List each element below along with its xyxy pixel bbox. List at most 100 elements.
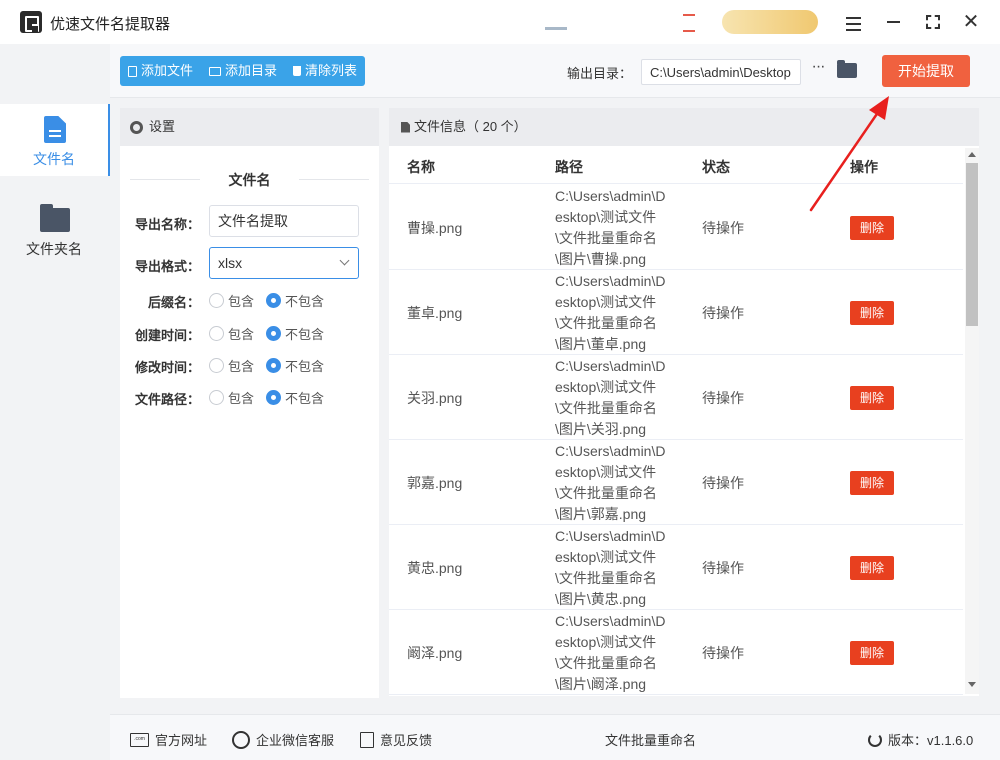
delete-button[interactable]: 删除 — [850, 301, 894, 325]
version-info[interactable]: 版本：v1.1.6.0 — [868, 730, 973, 749]
file-name: 郭嘉.png — [407, 475, 463, 491]
table-row[interactable]: 郭嘉.png C:\Users\admin\Desktop\测试文件\文件批量重… — [389, 440, 963, 525]
file-list-panel: 文件信息（ 20 个） 名称 路径 状态 操作 曹操.png C:\Users\… — [389, 108, 979, 696]
web-icon: .com — [130, 732, 149, 747]
nav-item-filename[interactable]: 文件名 — [0, 104, 110, 176]
file-path: C:\Users\admin\Desktop\测试文件\文件批量重命名\图片\关… — [555, 358, 666, 437]
maximize-icon[interactable] — [921, 10, 945, 34]
column-header-status: 状态 — [702, 159, 730, 175]
add-directory-label: 添加目录 — [225, 63, 278, 78]
bottom-bar: .com 官方网址 企业微信客服 意见反馈 文件批量重命名 版本：v1.1.6.… — [110, 714, 1000, 760]
file-name: 阚泽.png — [407, 645, 463, 661]
nav-item-foldername[interactable]: 文件夹名 — [0, 194, 110, 266]
create-time-exclude-radio[interactable] — [266, 325, 282, 341]
trash-icon — [293, 66, 302, 76]
wechat-service-link[interactable]: 企业微信客服 — [232, 730, 334, 749]
refresh-icon — [868, 732, 882, 747]
feedback-link[interactable]: 意见反馈 — [360, 730, 432, 749]
file-status: 待操作 — [702, 475, 744, 491]
file-path-exclude-radio[interactable] — [266, 389, 282, 405]
suffix-radio-group: 包含 不包含 — [209, 291, 336, 309]
start-extract-button[interactable]: 开始提取 — [882, 55, 970, 87]
file-status: 待操作 — [702, 390, 744, 406]
clear-list-label: 清除列表 — [305, 63, 358, 78]
close-icon[interactable]: ✕ — [959, 10, 983, 34]
suffix-label: 后缀名： — [148, 295, 201, 310]
file-icon — [44, 116, 66, 143]
modify-time-include-radio[interactable] — [209, 357, 224, 373]
website-link[interactable]: .com 官方网址 — [130, 730, 207, 749]
file-path: C:\Users\admin\Desktop\测试文件\文件批量重命名\图片\黄… — [555, 528, 666, 607]
gear-icon — [130, 120, 143, 134]
radio-label: 不包含 — [285, 390, 325, 406]
file-table-body: 曹操.png C:\Users\admin\Desktop\测试文件\文件批量重… — [389, 185, 963, 696]
table-row[interactable]: 曹操.png C:\Users\admin\Desktop\测试文件\文件批量重… — [389, 185, 963, 270]
table-row[interactable]: 黄忠.png C:\Users\admin\Desktop\测试文件\文件批量重… — [389, 525, 963, 610]
file-name: 关羽.png — [407, 390, 463, 406]
app-title: 优速文件名提取器 — [50, 16, 171, 33]
file-list-header: 文件信息（ 20 个） — [389, 108, 979, 146]
notice-icon[interactable] — [683, 14, 695, 32]
file-status: 待操作 — [702, 305, 744, 321]
vip-badge[interactable] — [722, 10, 818, 34]
export-name-input[interactable] — [209, 205, 359, 237]
website-label: 官方网址 — [155, 733, 208, 748]
delete-button[interactable]: 删除 — [850, 386, 894, 410]
file-path: C:\Users\admin\Desktop\测试文件\文件批量重命名\图片\董… — [555, 273, 666, 352]
modify-time-label: 修改时间： — [135, 360, 201, 375]
radio-label: 不包含 — [285, 293, 325, 309]
column-header-name: 名称 — [407, 159, 435, 175]
suffix-exclude-radio[interactable] — [266, 292, 282, 308]
file-path: C:\Users\admin\Desktop\测试文件\文件批量重命名\图片\阚… — [555, 613, 666, 692]
column-header-path: 路径 — [555, 159, 583, 175]
scrollbar-thumb[interactable] — [966, 163, 978, 326]
radio-label: 包含 — [228, 390, 255, 406]
table-row[interactable]: 阚泽.png C:\Users\admin\Desktop\测试文件\文件批量重… — [389, 610, 963, 695]
feedback-label: 意见反馈 — [380, 733, 433, 748]
export-format-select[interactable]: xlsx — [209, 247, 359, 279]
wechat-label: 企业微信客服 — [256, 733, 335, 748]
table-row[interactable]: 关羽.png C:\Users\admin\Desktop\测试文件\文件批量重… — [389, 355, 963, 440]
open-folder-icon[interactable] — [837, 60, 857, 78]
radio-label: 包含 — [228, 326, 255, 342]
toolbar: 添加文件 添加目录 清除列表 输出目录： ··· 开始提取 — [110, 44, 1000, 98]
file-path-include-radio[interactable] — [209, 389, 224, 405]
scroll-down-icon[interactable] — [968, 682, 976, 687]
section-title: 文件名 — [228, 172, 271, 188]
delete-button[interactable]: 删除 — [850, 556, 894, 580]
minimize-icon[interactable] — [881, 10, 905, 34]
add-file-button[interactable]: 添加文件 — [120, 56, 201, 86]
delete-button[interactable]: 删除 — [850, 471, 894, 495]
file-status: 待操作 — [702, 560, 744, 576]
suffix-include-radio[interactable] — [209, 292, 224, 308]
left-nav: 文件名 文件夹名 — [0, 44, 110, 760]
scroll-up-icon[interactable] — [968, 152, 976, 157]
clear-list-button[interactable]: 清除列表 — [285, 56, 365, 86]
skin-icon[interactable] — [545, 14, 567, 30]
file-count-title: 文件信息（ 20 个） — [414, 119, 527, 134]
delete-button[interactable]: 删除 — [850, 216, 894, 240]
product-link[interactable]: 文件批量重命名 — [605, 730, 696, 749]
version-label: 版本：v1.1.6.0 — [888, 733, 974, 748]
chevron-down-icon — [339, 255, 350, 266]
export-name-label: 导出名称： — [135, 217, 201, 232]
nav-item-label: 文件夹名 — [26, 241, 82, 257]
more-options-icon[interactable]: ··· — [807, 58, 829, 82]
file-name: 董卓.png — [407, 305, 463, 321]
radio-label: 包含 — [228, 358, 255, 374]
modify-time-exclude-radio[interactable] — [266, 357, 282, 373]
file-path: C:\Users\admin\Desktop\测试文件\文件批量重命名\图片\郭… — [555, 443, 666, 522]
settings-panel: 设置 文件名 导出名称： 导出格式： xlsx 后缀名： 包含 不包含 创建时间… — [120, 108, 379, 698]
table-row[interactable]: 董卓.png C:\Users\admin\Desktop\测试文件\文件批量重… — [389, 270, 963, 355]
add-directory-button[interactable]: 添加目录 — [201, 56, 285, 86]
table-header: 名称 路径 状态 操作 — [389, 146, 963, 184]
folder-add-icon — [209, 66, 222, 76]
radio-label: 不包含 — [285, 326, 325, 342]
create-time-include-radio[interactable] — [209, 325, 224, 341]
settings-header: 设置 — [120, 108, 379, 146]
folder-icon — [40, 204, 70, 232]
add-file-label: 添加文件 — [141, 63, 194, 78]
delete-button[interactable]: 删除 — [850, 641, 894, 665]
output-dir-input[interactable] — [641, 59, 801, 85]
menu-icon[interactable] — [841, 10, 865, 34]
